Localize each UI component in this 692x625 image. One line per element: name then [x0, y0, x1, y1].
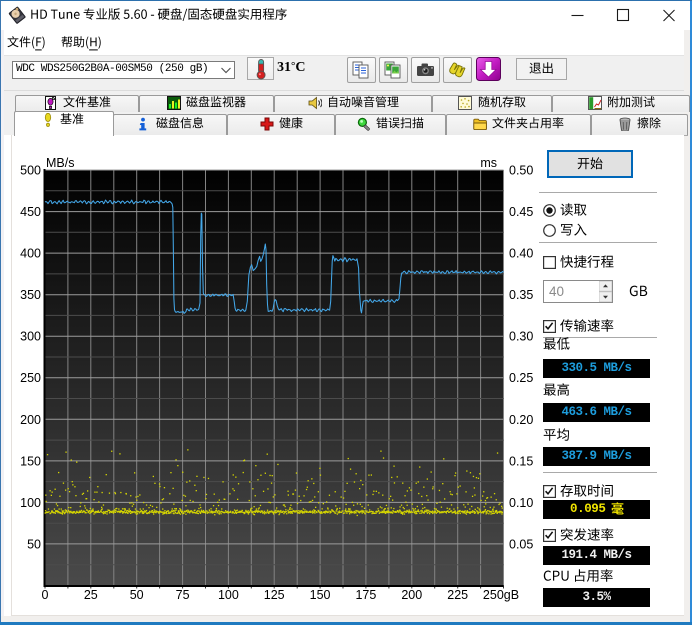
svg-text:0.25: 0.25: [509, 371, 533, 385]
svg-text:200: 200: [20, 413, 41, 427]
svg-text:0.10: 0.10: [509, 496, 533, 510]
svg-text:0.45: 0.45: [509, 205, 533, 219]
svg-text:200: 200: [401, 588, 422, 602]
svg-text:50: 50: [27, 537, 41, 551]
svg-text:400: 400: [20, 247, 41, 261]
svg-text:250: 250: [20, 371, 41, 385]
svg-text:250gB: 250gB: [483, 588, 519, 602]
svg-text:225: 225: [447, 588, 468, 602]
svg-text:100: 100: [218, 588, 239, 602]
svg-text:175: 175: [355, 588, 376, 602]
svg-text:0.40: 0.40: [509, 247, 533, 261]
svg-text:150: 150: [20, 454, 41, 468]
svg-text:75: 75: [176, 588, 190, 602]
svg-text:0.05: 0.05: [509, 537, 533, 551]
svg-text:0.15: 0.15: [509, 454, 533, 468]
svg-text:50: 50: [130, 588, 144, 602]
svg-text:25: 25: [84, 588, 98, 602]
svg-text:150: 150: [310, 588, 331, 602]
svg-text:MB/s: MB/s: [46, 156, 74, 170]
svg-text:ms: ms: [480, 156, 497, 170]
svg-text:0.50: 0.50: [509, 164, 533, 178]
svg-text:300: 300: [20, 330, 41, 344]
svg-text:125: 125: [264, 588, 285, 602]
svg-text:0: 0: [42, 588, 49, 602]
svg-text:450: 450: [20, 205, 41, 219]
svg-text:0.35: 0.35: [509, 288, 533, 302]
svg-text:0.20: 0.20: [509, 413, 533, 427]
svg-text:0.30: 0.30: [509, 330, 533, 344]
svg-text:500: 500: [20, 164, 41, 178]
svg-text:350: 350: [20, 288, 41, 302]
svg-text:100: 100: [20, 496, 41, 510]
